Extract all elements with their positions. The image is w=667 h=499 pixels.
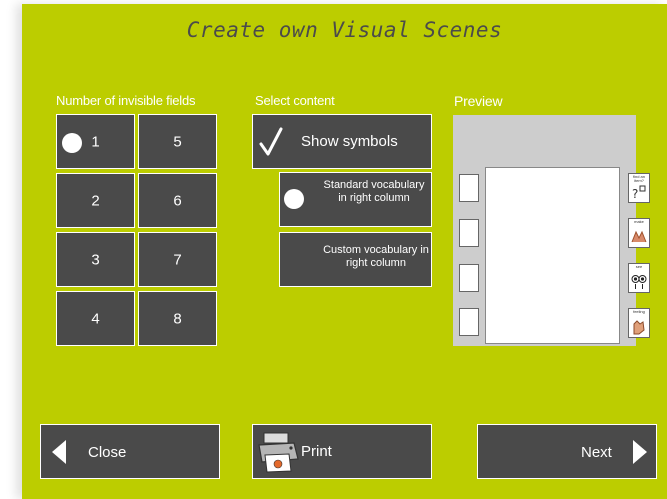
hand-icon xyxy=(633,320,645,335)
field-count-label: 6 xyxy=(173,192,182,209)
preview-symbol: make xyxy=(628,218,650,248)
standard-vocabulary-label: Standard vocabulary in right column xyxy=(323,179,425,204)
main-panel: Create own Visual Scenes Number of invis… xyxy=(22,4,667,499)
preview-symbol: find an item? ? xyxy=(628,173,650,203)
printer-icon xyxy=(258,432,299,473)
preview-symbol: see xyxy=(628,263,650,293)
field-count-4-button[interactable]: 4 xyxy=(56,291,135,346)
field-count-label: 7 xyxy=(173,251,182,268)
arrow-right-icon xyxy=(633,440,647,464)
field-count-6-button[interactable]: 6 xyxy=(138,173,217,228)
field-count-2-button[interactable]: 2 xyxy=(56,173,135,228)
show-symbols-label: Show symbols xyxy=(301,133,398,150)
page-title: Create own Visual Scenes xyxy=(186,18,503,42)
preview-field xyxy=(459,264,479,292)
close-button[interactable]: Close xyxy=(40,424,220,479)
preview-panel: find an item? ? make see feeling xyxy=(453,115,650,346)
preview-field xyxy=(459,219,479,247)
symbol-caption: feeling xyxy=(633,309,645,314)
field-count-8-button[interactable]: 8 xyxy=(138,291,217,346)
field-count-5-button[interactable]: 5 xyxy=(138,114,217,169)
content-label: Select content xyxy=(255,93,335,108)
next-button[interactable]: Next xyxy=(477,424,657,479)
field-count-label: 3 xyxy=(91,251,100,268)
custom-vocabulary-option[interactable]: Custom vocabulary in right column xyxy=(279,232,432,287)
radio-icon xyxy=(284,189,304,209)
preview-label: Preview xyxy=(454,93,503,109)
preview-symbol: feeling xyxy=(628,308,650,338)
standard-vocabulary-option[interactable]: Standard vocabulary in right column xyxy=(279,172,432,227)
next-label: Next xyxy=(581,444,612,461)
field-count-label: 4 xyxy=(91,310,100,327)
field-count-label: 5 xyxy=(173,133,182,150)
field-count-1-button[interactable]: 1 xyxy=(56,114,135,169)
custom-vocabulary-label: Custom vocabulary in right column xyxy=(323,244,429,269)
print-button[interactable]: Print xyxy=(252,424,432,479)
preview-field xyxy=(459,174,479,202)
field-count-label: 1 xyxy=(91,133,100,150)
question-icon: ? xyxy=(632,185,646,201)
field-count-7-button[interactable]: 7 xyxy=(138,232,217,287)
eyes-icon xyxy=(631,275,647,289)
close-label: Close xyxy=(88,444,127,461)
preview-field xyxy=(459,308,479,336)
hands-icon xyxy=(631,230,647,243)
fields-label: Number of invisible fields xyxy=(56,93,196,108)
arrow-left-icon xyxy=(52,440,66,464)
field-count-label: 8 xyxy=(173,310,182,327)
print-label: Print xyxy=(301,443,332,460)
symbol-caption: make xyxy=(634,219,644,224)
field-count-3-button[interactable]: 3 xyxy=(56,232,135,287)
show-symbols-toggle[interactable]: Show symbols xyxy=(252,114,432,169)
symbol-caption: find an item? xyxy=(632,174,645,183)
field-count-label: 2 xyxy=(91,192,100,209)
checkmark-icon xyxy=(259,127,283,156)
svg-text:?: ? xyxy=(632,187,638,201)
preview-scene-area xyxy=(485,167,620,344)
symbol-caption: see xyxy=(635,264,643,269)
